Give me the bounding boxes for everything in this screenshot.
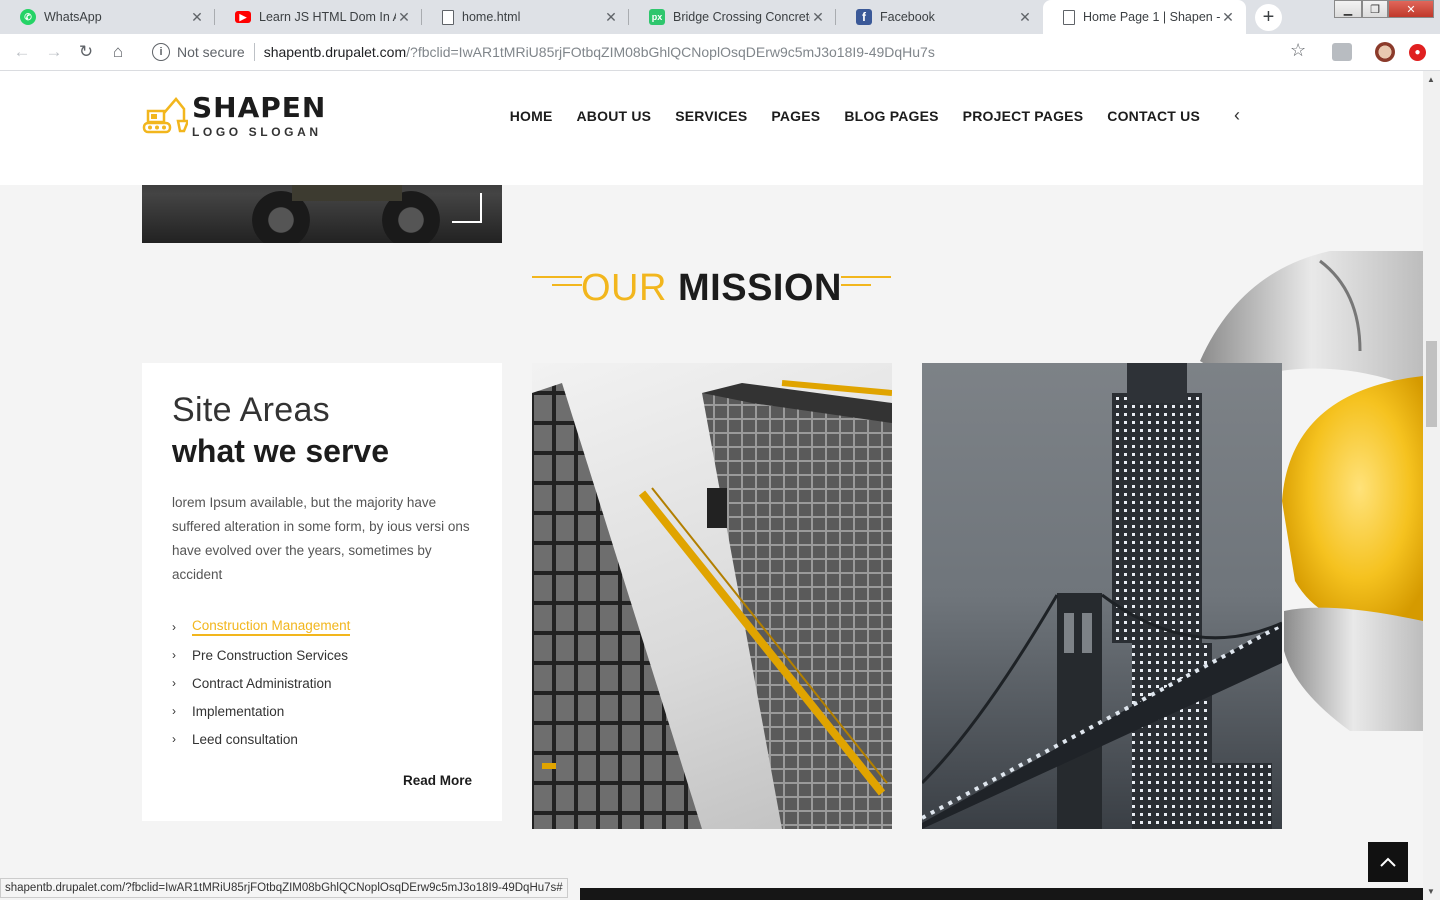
tab-home-html[interactable]: home.html ✕ [422, 0, 629, 34]
bookmark-star-icon[interactable]: ☆ [1290, 40, 1306, 61]
tab-shapen-active[interactable]: Home Page 1 | Shapen - C ✕ [1043, 0, 1246, 34]
nav-home[interactable]: HOME [510, 108, 553, 124]
close-icon[interactable]: ✕ [1017, 9, 1033, 25]
browser-toolbar: ← → ↻ ⌂ i Not secure shapentb.drupalet.c… [0, 34, 1440, 71]
back-arrow-icon[interactable]: ← [10, 40, 34, 64]
info-icon[interactable]: i [152, 43, 170, 61]
url-host: shapentb.drupalet.com [263, 44, 407, 60]
list-item[interactable]: › Contract Administration [172, 669, 350, 697]
close-icon[interactable]: ✕ [396, 9, 412, 25]
card-description: lorem Ipsum available, but the majority … [172, 495, 470, 582]
chevron-up-icon [1380, 857, 1396, 867]
facebook-icon: f [856, 9, 872, 25]
home-icon[interactable]: ⌂ [106, 40, 130, 64]
restore-button[interactable]: ❐ [1362, 0, 1388, 18]
section-title-bold: MISSION [678, 267, 842, 309]
nav-pages[interactable]: PAGES [771, 108, 820, 124]
services-list: › Construction Management › Pre Constructi… [172, 613, 351, 753]
file-icon [1063, 9, 1075, 25]
list-item[interactable]: › Pre Construction Services [172, 641, 350, 669]
site-header: SHAPEN LOGO SLOGAN HOME ABOUT US SERVICE… [0, 71, 1423, 185]
chevron-right-icon: › [172, 676, 176, 690]
logo-name: SHAPEN [192, 91, 327, 124]
pixabay-icon: px [649, 9, 665, 25]
close-icon[interactable]: ✕ [603, 9, 619, 25]
tab-title: Bridge Crossing Concrete [673, 10, 810, 24]
nav-blog-pages[interactable]: BLOG PAGES [844, 108, 938, 124]
tab-pixabay[interactable]: px Bridge Crossing Concrete ✕ [629, 0, 836, 34]
scroll-down-icon[interactable]: ▼ [1427, 887, 1435, 896]
logo-slogan: LOGO SLOGAN [192, 125, 322, 139]
window-close-button[interactable]: ✕ [1388, 0, 1434, 18]
youtube-icon: ▶ [235, 11, 251, 23]
tab-title: Learn JS HTML Dom In Ara [259, 10, 396, 24]
security-label: Not secure [177, 44, 245, 60]
heading-decoration-right [841, 276, 891, 290]
forward-arrow-icon[interactable]: → [42, 40, 66, 64]
page-scrollbar[interactable]: ▲ ▼ [1423, 71, 1440, 900]
chevron-left-icon[interactable]: ‹ [1234, 105, 1240, 126]
minimize-button[interactable]: ▁ [1334, 0, 1362, 18]
chevron-right-icon: › [172, 704, 176, 718]
section-title-light: OUR [581, 267, 667, 309]
nav-services[interactable]: SERVICES [675, 108, 747, 124]
chevron-right-icon: › [172, 732, 176, 746]
close-icon[interactable]: ✕ [1220, 9, 1236, 25]
address-bar[interactable]: i Not secure shapentb.drupalet.com/?fbcl… [140, 37, 1320, 67]
scroll-up-icon[interactable]: ▲ [1427, 75, 1435, 84]
list-item[interactable]: › Leed consultation [172, 725, 350, 753]
scroll-thumb[interactable] [1426, 341, 1437, 427]
tab-youtube[interactable]: ▶ Learn JS HTML Dom In Ara ✕ [215, 0, 422, 34]
list-item[interactable]: › Construction Management [172, 613, 351, 641]
list-item[interactable]: › Implementation [172, 697, 350, 725]
close-icon[interactable]: ✕ [189, 9, 205, 25]
site-logo[interactable]: SHAPEN LOGO SLOGAN [142, 93, 326, 139]
services-card: Site Areas what we serve lorem Ipsum ava… [142, 363, 502, 821]
browser-tab-bar: ✆ WhatsApp ✕ ▶ Learn JS HTML Dom In Ara … [0, 0, 1440, 34]
chevron-right-icon: › [172, 648, 176, 662]
main-nav: HOME ABOUT US SERVICES PAGES BLOG PAGES … [486, 105, 1240, 126]
skyscraper-crane-photo[interactable] [532, 363, 892, 829]
tab-title: WhatsApp [44, 10, 102, 24]
nav-project-pages[interactable]: PROJECT PAGES [963, 108, 1084, 124]
translate-extension-icon[interactable] [1332, 43, 1352, 61]
nav-about-us[interactable]: ABOUT US [577, 108, 652, 124]
tab-title: Facebook [880, 10, 935, 24]
section-title: OUR MISSION [0, 267, 1423, 310]
avatar[interactable] [1375, 42, 1395, 62]
web-page: SHAPEN LOGO SLOGAN HOME ABOUT US SERVICE… [0, 71, 1423, 900]
tab-title: home.html [462, 10, 521, 24]
tab-title: Home Page 1 | Shapen - C [1083, 10, 1220, 24]
extension-icon[interactable]: ● [1409, 44, 1426, 61]
url-path: /?fbclid=IwAR1tMRiU85rjFOtbqZIM08bGhlQCN… [406, 44, 935, 60]
read-more-link[interactable]: Read More [403, 773, 472, 788]
chevron-right-icon: › [172, 620, 176, 634]
link-status-bar: shapentb.drupalet.com/?fbclid=IwAR1tMRiU… [0, 878, 568, 898]
tab-facebook[interactable]: f Facebook ✕ [836, 0, 1043, 34]
tab-whatsapp[interactable]: ✆ WhatsApp ✕ [0, 0, 215, 34]
bridge-tower-photo[interactable] [922, 363, 1282, 829]
card-title: what we serve [172, 433, 389, 469]
reload-icon[interactable]: ↻ [74, 40, 98, 64]
file-icon [442, 9, 454, 25]
back-to-top-button[interactable] [1368, 842, 1408, 882]
new-tab-button[interactable]: + [1255, 4, 1282, 31]
excavator-icon [142, 97, 188, 134]
card-subtitle: Site Areas [172, 391, 330, 429]
close-icon[interactable]: ✕ [810, 9, 826, 25]
nav-contact-us[interactable]: CONTACT US [1107, 108, 1200, 124]
footer-edge [580, 888, 1423, 900]
whatsapp-icon: ✆ [20, 9, 36, 25]
